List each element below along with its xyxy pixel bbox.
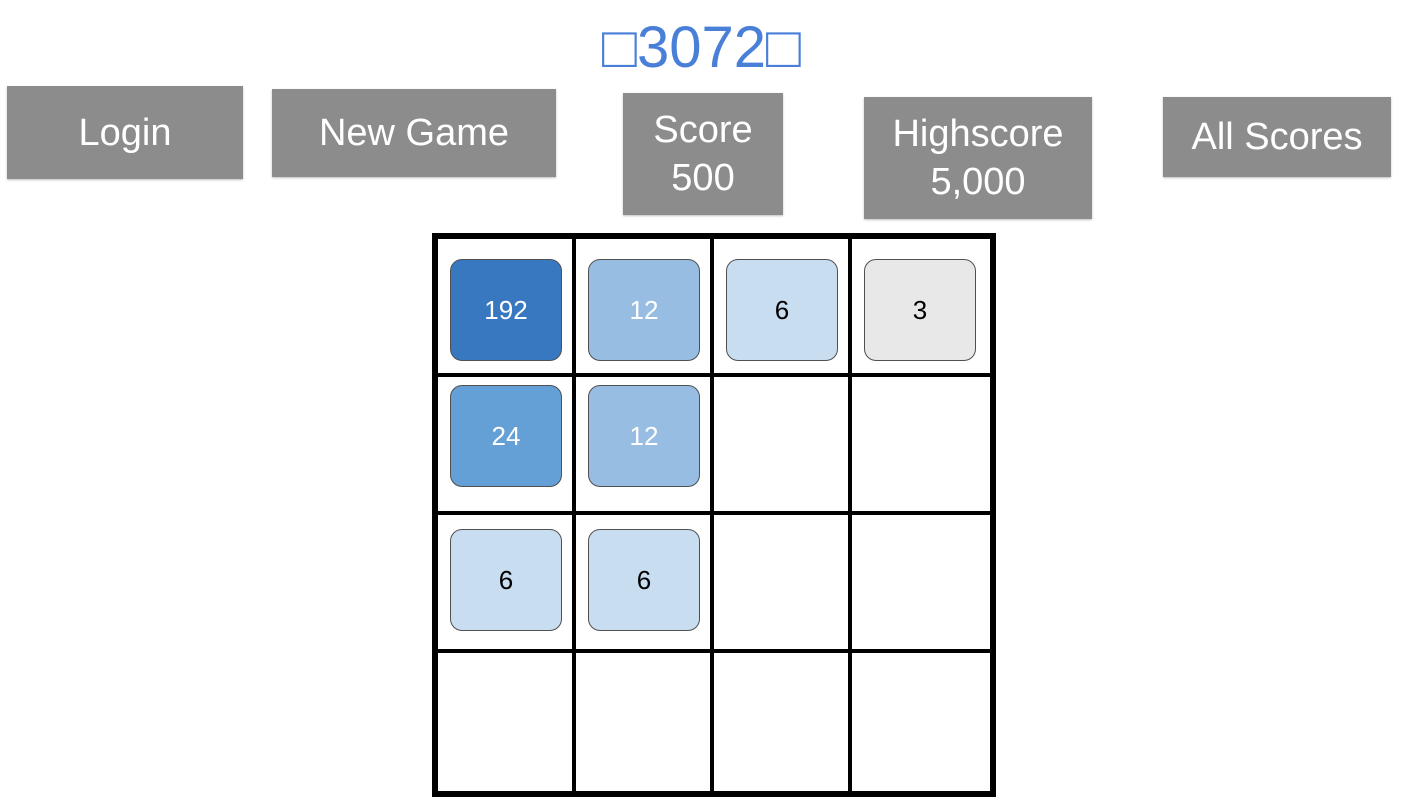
board-cell: [852, 515, 990, 653]
board-cell: 6: [438, 515, 576, 653]
score-label: Score: [653, 109, 753, 151]
tile: 3: [864, 259, 976, 361]
board-cell: 6: [714, 239, 852, 377]
board-cell: [714, 377, 852, 515]
highscore-display: Highscore 5,000: [864, 97, 1092, 219]
board-cell: 12: [576, 377, 714, 515]
login-button-label: Login: [78, 111, 172, 154]
tile: 6: [726, 259, 838, 361]
score-value: 500: [671, 157, 735, 199]
tile: 12: [588, 259, 700, 361]
board-cell: 3: [852, 239, 990, 377]
score-display: Score 500: [623, 93, 783, 215]
board-cell: [852, 653, 990, 791]
game-board[interactable]: 192 12 6 3 24 12 6 6: [432, 233, 996, 797]
highscore-value: 5,000: [930, 161, 1026, 203]
board-cell: [714, 515, 852, 653]
highscore-label: Highscore: [892, 113, 1064, 155]
board-cell: 24: [438, 377, 576, 515]
tile: 24: [450, 385, 562, 487]
tile: 6: [588, 529, 700, 631]
board-cell: [852, 377, 990, 515]
tile: 192: [450, 259, 562, 361]
tile: 12: [588, 385, 700, 487]
tile: 6: [450, 529, 562, 631]
game-title: □3072□: [601, 15, 802, 80]
board-cell: 12: [576, 239, 714, 377]
board-cell: [714, 653, 852, 791]
all-scores-button[interactable]: All Scores: [1163, 97, 1391, 177]
board-cell: [576, 653, 714, 791]
all-scores-button-label: All Scores: [1191, 116, 1363, 158]
board-cell: 192: [438, 239, 576, 377]
login-button[interactable]: Login: [7, 86, 243, 179]
board-cell: 6: [576, 515, 714, 653]
board-cell: [438, 653, 576, 791]
new-game-button-label: New Game: [318, 112, 510, 154]
new-game-button[interactable]: New Game: [272, 89, 556, 177]
